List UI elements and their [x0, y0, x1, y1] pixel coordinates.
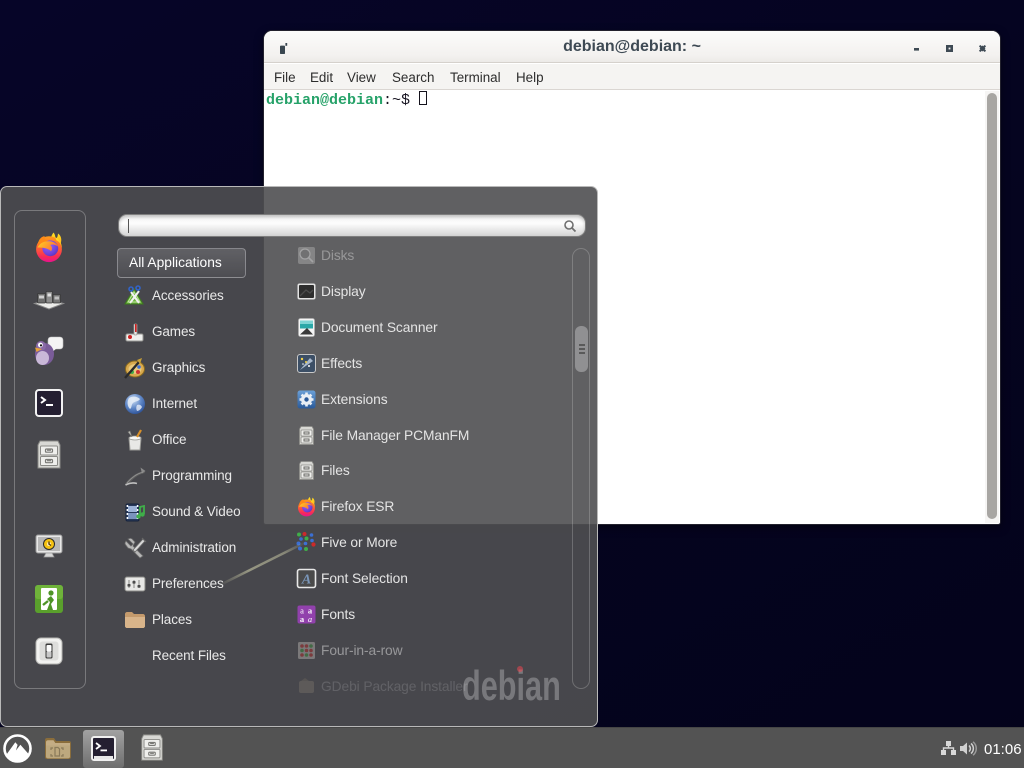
- svg-text:a: a: [308, 614, 312, 624]
